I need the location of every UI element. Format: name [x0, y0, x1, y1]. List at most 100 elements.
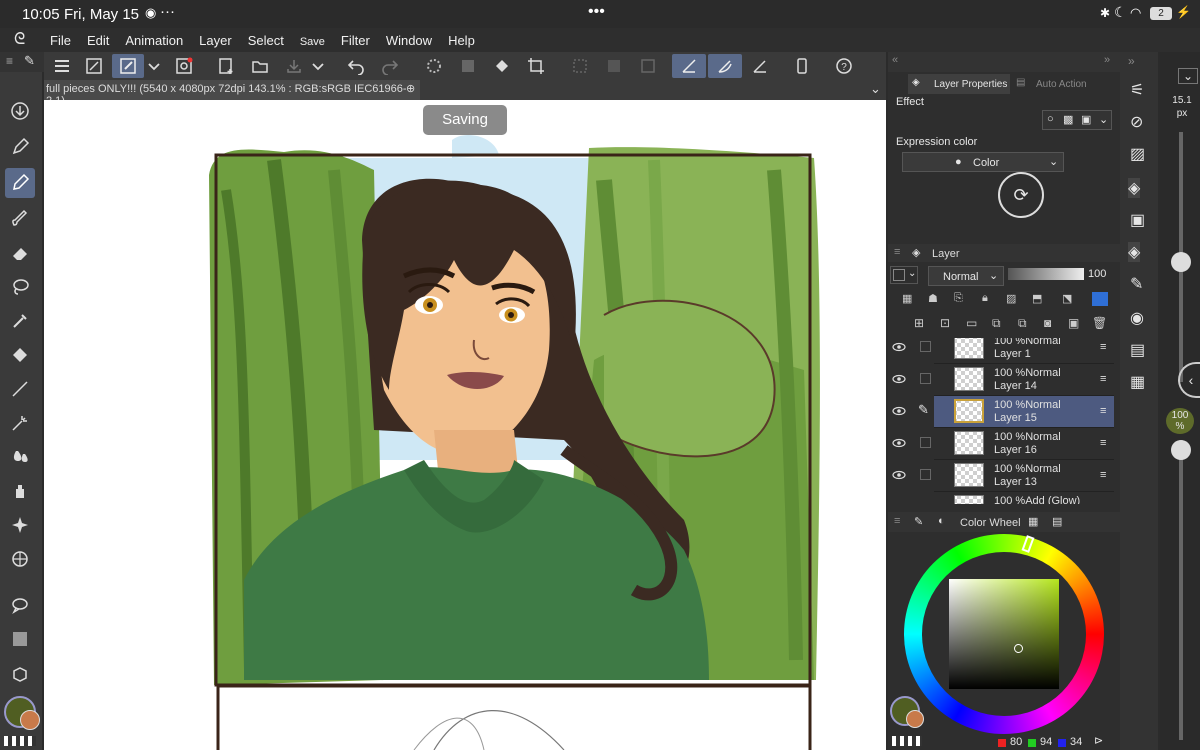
mask-icon[interactable]: ⬒ — [1032, 292, 1042, 305]
layer-row[interactable]: 100 %Normal Layer 16 ≡ — [892, 428, 1114, 460]
blend-tool-icon[interactable] — [5, 442, 35, 472]
dock-handle-icon[interactable]: ≡ — [894, 246, 900, 258]
brush-opacity-slider[interactable] — [1179, 440, 1183, 740]
new-canvas-icon[interactable] — [212, 54, 240, 78]
download-tool-icon[interactable] — [5, 96, 35, 126]
eye-icon[interactable] — [892, 372, 906, 386]
layer-row[interactable]: 100 %Normal Layer 14 ≡ — [892, 364, 1114, 396]
edit-mode-icon[interactable] — [112, 54, 144, 78]
expression-color-select[interactable]: ● Color ⌄ — [902, 152, 1064, 172]
animation-icon[interactable]: ▣ — [1130, 210, 1145, 230]
menu-layer[interactable]: Layer — [191, 33, 240, 48]
material-icon[interactable]: ▦ — [1130, 372, 1145, 392]
pen-tool-icon[interactable] — [5, 132, 35, 162]
menu-select[interactable]: Select — [240, 33, 292, 48]
brush-tool-icon[interactable] — [5, 204, 35, 234]
hue-handle[interactable] — [1021, 535, 1035, 553]
color-set-icon[interactable]: ▦ — [1028, 515, 1038, 528]
chevron-down-icon[interactable]: ⌄ — [1178, 68, 1198, 84]
menu-filter[interactable]: Filter — [333, 33, 378, 48]
layer-row[interactable]: 100 %Normal Layer 13 ≡ — [892, 460, 1114, 492]
opacity-slider[interactable] — [1008, 268, 1084, 280]
redo-icon[interactable] — [376, 54, 404, 78]
drag-handle-icon[interactable]: ≡ — [1100, 341, 1106, 353]
clip-layer-icon[interactable]: ⎘ — [954, 292, 963, 305]
effect-buttons[interactable]: ○ ▩ ▣ ⌄ — [1042, 110, 1112, 130]
perspective-ruler-icon[interactable] — [5, 544, 35, 574]
chevron-down-icon[interactable] — [144, 54, 164, 78]
double-chevron-left-icon[interactable]: « — [892, 54, 898, 66]
fill-bucket-tool-icon[interactable] — [5, 340, 35, 370]
hamburger-menu-icon[interactable] — [48, 54, 76, 78]
layer-shortcut-icon[interactable]: ◈ — [1128, 242, 1141, 262]
transform-icon[interactable] — [454, 54, 482, 78]
lock-icon[interactable]: 🔒︎ — [982, 292, 988, 305]
fit-screen-icon[interactable] — [80, 54, 108, 78]
draft-layer-icon[interactable]: ☗ — [928, 292, 938, 305]
line-tool-icon[interactable] — [5, 374, 35, 404]
tab-layer-properties[interactable]: ◈ Layer Properties — [908, 74, 1010, 94]
drag-handle-icon[interactable]: ≡ — [1100, 437, 1106, 449]
layer-color-icon[interactable] — [1092, 292, 1108, 306]
selection-area-icon[interactable] — [634, 54, 662, 78]
drag-handle-icon[interactable]: ≡ — [1100, 469, 1106, 481]
lasso-fill-tool-icon[interactable] — [5, 272, 35, 302]
double-chevron-right-icon[interactable]: » — [1128, 54, 1135, 68]
dock-handle-icon[interactable]: ≡ — [894, 515, 900, 527]
new-vector-layer-icon[interactable]: ⊡ — [940, 316, 950, 330]
speech-bubble-tool-icon[interactable] — [5, 590, 35, 620]
menu-window[interactable]: Window — [378, 33, 440, 48]
convert-layer-icon[interactable]: ⟳ — [998, 172, 1044, 218]
layer-properties-shortcut-icon[interactable]: ◈ — [1128, 178, 1141, 198]
record-icon[interactable] — [170, 54, 198, 78]
ruler-snap-icon[interactable] — [672, 54, 706, 78]
layer-checkbox[interactable] — [920, 469, 931, 480]
color-mode-toggle-icon[interactable]: ⊳ — [1094, 734, 1103, 747]
invert-selection-icon[interactable] — [600, 54, 628, 78]
help-icon[interactable]: ? — [830, 54, 858, 78]
save-icon[interactable] — [280, 54, 308, 78]
dock-handle-icon[interactable]: ≡ — [6, 54, 13, 68]
sub-color-swatch[interactable] — [20, 710, 40, 730]
close-tab-icon[interactable]: ⊕ — [406, 82, 415, 95]
tab-layer[interactable]: Layer — [932, 248, 960, 260]
artwork[interactable] — [44, 100, 886, 750]
merge-down-icon[interactable]: ⧉ — [1018, 316, 1027, 331]
layer-checkbox[interactable] — [920, 373, 931, 384]
eye-icon[interactable] — [892, 404, 906, 418]
history-icon[interactable]: ▤ — [1130, 340, 1145, 360]
eye-icon[interactable] — [892, 436, 906, 450]
brush-size-icon[interactable]: ✎ — [1130, 274, 1143, 294]
transfer-down-icon[interactable]: ⧉ — [992, 316, 1001, 331]
layer-row[interactable]: 100 %Normal Layer 1 ≡ — [892, 338, 1114, 364]
tab-color-wheel[interactable]: Color Wheel — [960, 517, 1021, 529]
menu-file[interactable]: File — [42, 33, 79, 48]
create-mask-icon[interactable]: ◙ — [1044, 316, 1051, 330]
fill-icon[interactable] — [488, 54, 516, 78]
document-tab[interactable]: full pieces ONLY!!! (5540 x 4080px 72dpi… — [44, 80, 420, 107]
loading-icon[interactable] — [420, 54, 448, 78]
new-folder-icon[interactable]: ▭ — [966, 316, 977, 330]
navigator-icon[interactable]: ▨ — [1130, 144, 1145, 164]
panel-transparent-swatch[interactable] — [892, 736, 922, 746]
saturation-value-square[interactable] — [949, 579, 1059, 689]
crop-icon[interactable] — [522, 54, 550, 78]
multitask-icon[interactable]: ••• — [588, 3, 605, 21]
layer-color-select[interactable]: ⌄ — [890, 266, 918, 284]
deselect-icon[interactable] — [566, 54, 594, 78]
brush-settings-icon[interactable]: ✎ — [914, 515, 923, 528]
menu-help[interactable]: Help — [440, 33, 483, 48]
layer-row[interactable]: 100 %Add (Glow) — [934, 492, 1114, 504]
save-options-chevron-icon[interactable] — [308, 54, 328, 78]
menu-animation[interactable]: Animation — [117, 33, 191, 48]
lock-transparent-icon[interactable]: ▨ — [1006, 292, 1016, 305]
layer-row-selected[interactable]: ✎ 100 %Normal Layer 15 ≡ — [892, 396, 1114, 428]
ruler-icon[interactable]: ⬔ — [1062, 292, 1072, 305]
eyedropper-tool-icon[interactable] — [5, 306, 35, 336]
apply-mask-icon[interactable]: ▣ — [1068, 316, 1079, 330]
pencil-tool-icon[interactable] — [5, 168, 35, 198]
airbrush-tool-icon[interactable] — [5, 476, 35, 506]
app-logo-icon[interactable]: ᘓ — [0, 31, 42, 49]
tab-auto-action[interactable]: ▤ Auto Action — [1012, 74, 1096, 94]
layer-color-effect-icon[interactable]: ▣ — [1081, 113, 1091, 126]
